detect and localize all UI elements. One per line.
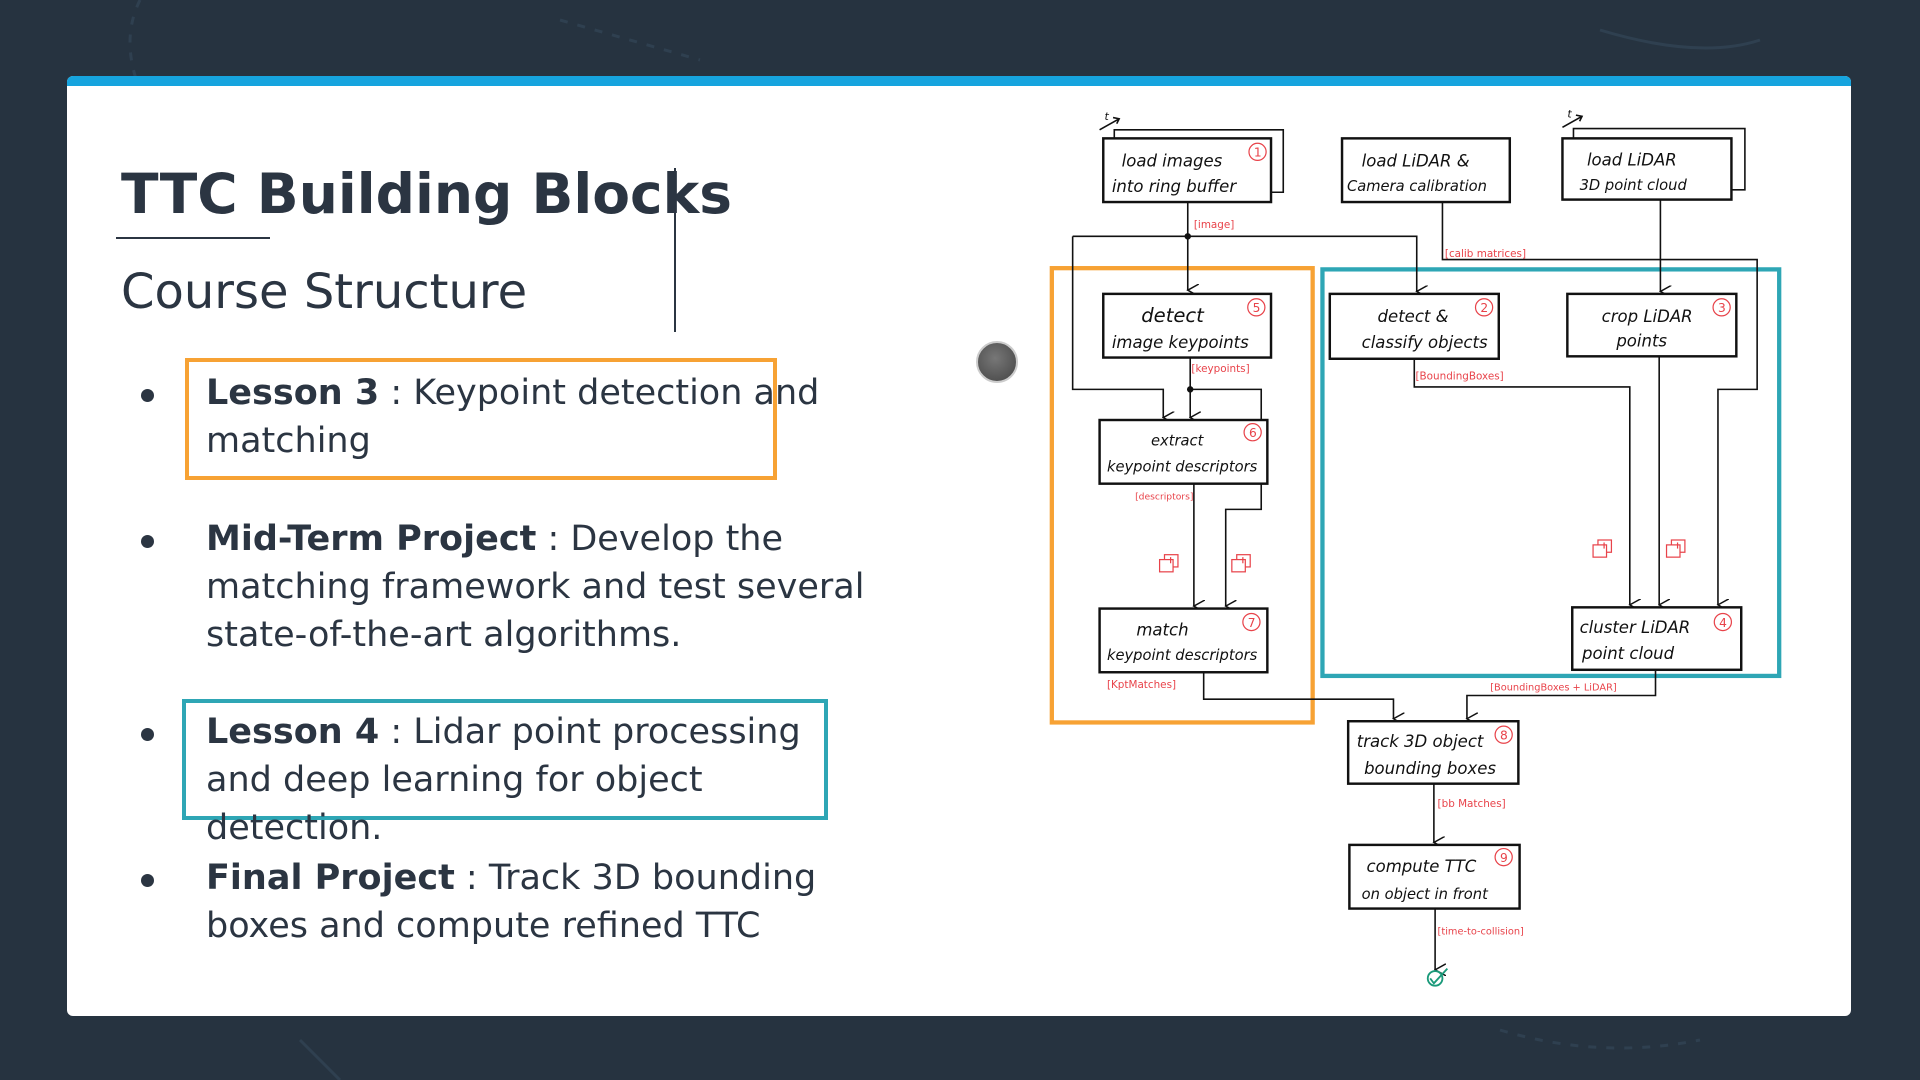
svg-text:image keypoints: image keypoints <box>1112 333 1249 352</box>
svg-text:points: points <box>1615 332 1667 351</box>
ttc-flow-diagram: t t load images into ring buffer 1 load … <box>1049 108 1782 987</box>
svg-text:9: 9 <box>1500 851 1508 865</box>
svg-text:7: 7 <box>1248 616 1256 630</box>
label-calib: [calib matrices] <box>1445 248 1526 260</box>
label-image: [image] <box>1194 219 1234 231</box>
box-compute-ttc: compute TTC on object in front 9 <box>1348 843 1521 910</box>
box-cluster-lidar: cluster LiDAR point cloud 4 <box>1571 606 1743 672</box>
time-marker: t <box>1567 108 1572 121</box>
frame-buffer-icon <box>1592 539 1613 558</box>
svg-text:cluster LiDAR: cluster LiDAR <box>1580 618 1691 637</box>
box-track-bboxes: track 3D object bounding boxes 8 <box>1346 720 1520 785</box>
svg-text:point cloud: point cloud <box>1581 644 1675 663</box>
svg-text:4: 4 <box>1719 616 1727 630</box>
label-bbmatches: [bb Matches] <box>1438 798 1506 810</box>
label-descriptors: [descriptors] <box>1135 492 1193 503</box>
box-load-lidar: load LiDAR 3D point cloud <box>1561 137 1733 201</box>
svg-text:crop LiDAR: crop LiDAR <box>1602 307 1693 326</box>
label-kptmatches: [KptMatches] <box>1107 679 1176 691</box>
svg-text:5: 5 <box>1253 301 1261 315</box>
svg-text:3: 3 <box>1718 301 1726 315</box>
svg-text:load LiDAR: load LiDAR <box>1587 150 1677 169</box>
box-crop-lidar: crop LiDAR points 3 <box>1566 292 1738 358</box>
svg-text:extract: extract <box>1151 433 1205 450</box>
svg-text:load images: load images <box>1122 152 1223 171</box>
label-ttc: [time-to-collision] <box>1438 926 1524 937</box>
svg-text:track 3D object: track 3D object <box>1357 732 1484 751</box>
box-load-images: load images into ring buffer 1 <box>1102 137 1273 204</box>
svg-text:keypoint descriptors: keypoint descriptors <box>1107 647 1258 664</box>
label-bboxes-lidar: [BoundingBoxes + LiDAR] <box>1490 683 1616 694</box>
svg-text:load LiDAR &: load LiDAR & <box>1362 152 1470 171</box>
box-detect-keypoints: detect image keypoints 5 <box>1102 292 1273 359</box>
box-detect-classify: detect & classify objects 2 <box>1328 292 1500 360</box>
box-load-calibration: load LiDAR & Camera calibration <box>1340 137 1512 204</box>
svg-text:compute TTC: compute TTC <box>1367 857 1477 876</box>
svg-text:2: 2 <box>1480 301 1488 315</box>
svg-text:8: 8 <box>1500 729 1508 743</box>
box-match-descriptors: match keypoint descriptors 7 <box>1098 607 1269 674</box>
label-bboxes: [BoundingBoxes] <box>1416 371 1504 383</box>
frame-buffer-icon <box>1231 554 1251 573</box>
svg-text:into ring buffer: into ring buffer <box>1112 177 1237 196</box>
frame-buffer-icon <box>1158 554 1179 573</box>
check-circle-icon <box>1426 967 1449 987</box>
svg-text:detect &: detect & <box>1378 307 1449 326</box>
svg-text:Camera calibration: Camera calibration <box>1347 178 1487 195</box>
svg-text:6: 6 <box>1249 426 1257 440</box>
time-marker: t <box>1104 110 1109 123</box>
svg-text:keypoint descriptors: keypoint descriptors <box>1107 458 1258 475</box>
svg-text:match: match <box>1136 621 1188 640</box>
svg-text:1: 1 <box>1254 146 1262 160</box>
svg-text:on object in front: on object in front <box>1362 886 1489 903</box>
label-keypoints: [keypoints] <box>1191 363 1249 375</box>
frame-buffer-icon <box>1665 539 1686 558</box>
svg-text:detect: detect <box>1141 304 1205 327</box>
box-extract-descriptors: extract keypoint descriptors 6 <box>1098 418 1269 485</box>
svg-text:3D point cloud: 3D point cloud <box>1580 177 1688 194</box>
svg-text:classify objects: classify objects <box>1362 333 1488 352</box>
svg-text:bounding boxes: bounding boxes <box>1364 759 1496 778</box>
connector-lines <box>1071 114 1758 970</box>
